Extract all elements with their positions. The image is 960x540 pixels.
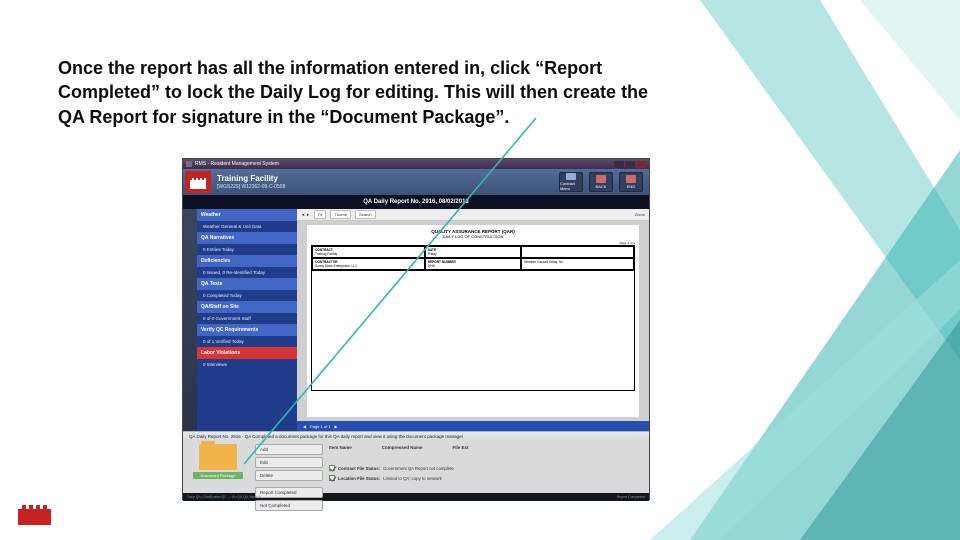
end-button[interactable]: END (619, 172, 643, 192)
sidebar-head-narratives[interactable]: QA Narratives (197, 232, 297, 244)
add-button[interactable]: Add (255, 444, 323, 455)
report-completed-button[interactable]: Report Completed (255, 487, 323, 498)
window-minimize-button[interactable] (614, 161, 624, 168)
report-subtitle: DAILY LOG OF CONSTRUCTION (311, 234, 635, 239)
sidebar-item[interactable]: 0 Entries Today (197, 244, 297, 255)
sidebar-item[interactable]: 0 of 0 Government Staff (197, 313, 297, 324)
report-header-bar: QA Daily Report No. 2916, 08/02/2013 (183, 195, 649, 209)
sidebar-item[interactable]: 0 Completed Today (197, 290, 297, 301)
slide-instruction-text: Once the report has all the information … (58, 56, 678, 129)
edit-button[interactable]: Edit (255, 457, 323, 468)
usace-logo (16, 499, 54, 532)
app-window: RMS - Resident Management System Trainin… (182, 158, 650, 500)
person-silhouette (183, 209, 197, 431)
sidebar-head-deficiencies[interactable]: Deficiencies (197, 255, 297, 267)
doc-thumb-button[interactable]: Thumb (330, 210, 350, 219)
doc-fit-button[interactable]: Fit (314, 210, 326, 219)
document-viewer: ◄ ► Fit Thumb Search Zoom QUALITY ASSURA… (297, 209, 649, 431)
sidebar-head-qatests[interactable]: QA Tests (197, 278, 297, 290)
sidebar-item[interactable]: 0 of 1 Verified Today (197, 336, 297, 347)
window-close-button[interactable] (636, 161, 646, 168)
window-titlebar: RMS - Resident Management System (183, 159, 649, 169)
workspace: Weather Weather General & Unit Data QA N… (183, 209, 649, 431)
doc-toolbar: ◄ ► Fit Thumb Search Zoom (297, 209, 649, 221)
delete-button[interactable]: Delete (255, 470, 323, 481)
contract-status-row: Contract File Status: Government QA Repo… (329, 465, 645, 471)
sidebar-head-staff[interactable]: QA/Staff on Site (197, 301, 297, 313)
report-page: QUALITY ASSURANCE REPORT (QAR) DAILY LOG… (307, 225, 639, 417)
facility-name: Training Facility (217, 174, 285, 184)
app-footer: Daily QA | Staff/Labor/QC ... UI=QA,QA,V… (183, 493, 649, 501)
window-maximize-button[interactable] (625, 161, 635, 168)
contractor-menu-button[interactable]: Contract Menu (559, 172, 583, 192)
facility-contract: [WGS229] W12362-09-C-0508 (217, 184, 285, 190)
sidebar-head-weather[interactable]: Weather (197, 209, 297, 221)
checkbox-icon (329, 475, 335, 481)
sidebar-head-labor[interactable]: Labor Violations (197, 347, 297, 359)
sidebar-item[interactable]: Weather General & Unit Data (197, 221, 297, 232)
doc-zoom-label: Zoom (635, 212, 645, 217)
facility-header: Training Facility [WGS229] W12362-09-C-0… (183, 169, 649, 195)
app-icon (186, 161, 192, 167)
not-completed-button[interactable]: Not Completed (255, 500, 323, 511)
sidebar-item[interactable]: 0 Interviews (197, 359, 297, 370)
report-info-grid: CONTRACTTraining Facility DATEFriday CON… (311, 245, 635, 271)
doc-search-button[interactable]: Search (355, 210, 376, 219)
checkbox-icon (329, 465, 335, 471)
table-header: Item Name Compressed Name File Ext (329, 445, 645, 450)
usace-castle-icon (185, 171, 211, 193)
sidebar-item[interactable]: 0 Issued, 0 Re-Identified Today (197, 267, 297, 278)
window-title: RMS - Resident Management System (195, 161, 279, 167)
pager-next-icon[interactable]: ▶ (335, 424, 338, 429)
bottom-panel: Document Package Add Edit Delete Report … (183, 441, 649, 493)
sidebar-head-verifyqc[interactable]: Verify QC Requirements (197, 324, 297, 336)
doc-pager: ◀ Page 1 of 1 ▶ (297, 421, 649, 431)
pager-label: Page 1 of 1 (310, 424, 330, 429)
sidebar: Weather Weather General & Unit Data QA N… (197, 209, 297, 431)
document-package-label[interactable]: Document Package (193, 472, 243, 479)
folder-icon[interactable] (199, 444, 237, 470)
info-banner: QA Daily Report No. 2916 - QA Completed … (183, 431, 649, 441)
pager-prev-icon[interactable]: ◀ (303, 424, 306, 429)
back-button[interactable]: BACK (589, 172, 613, 192)
location-status-row: Location File Status: Limited to QA; cop… (329, 475, 645, 481)
